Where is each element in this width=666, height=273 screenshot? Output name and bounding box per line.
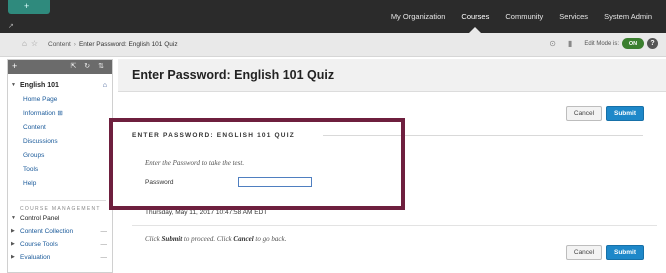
expand-triangle-icon[interactable]: ▼ xyxy=(11,212,16,225)
cancel-button-top[interactable]: Cancel xyxy=(566,106,602,121)
breadcrumb-icons: ⌂☆ xyxy=(22,39,42,48)
plus-icon: + xyxy=(24,1,30,11)
nav-my-organization[interactable]: My Organization xyxy=(383,0,454,33)
breadcrumb: Content › Enter Password: English 101 Quiz xyxy=(48,41,178,48)
course-tools-item[interactable]: ▶ Course Tools — xyxy=(8,238,112,251)
top-nav: My Organization Courses Community Servic… xyxy=(383,0,660,33)
cancel-button-bottom[interactable]: Cancel xyxy=(566,245,602,260)
breadcrumb-separator: › xyxy=(73,41,76,48)
menu-item-help[interactable]: Help xyxy=(8,177,112,191)
nav-courses[interactable]: Courses xyxy=(453,0,497,33)
dash-mark: — xyxy=(100,254,108,261)
proceed-cancel-word: Cancel xyxy=(233,235,254,243)
logo-tab[interactable]: + xyxy=(8,0,50,14)
breadcrumb-current: Enter Password: English 101 Quiz xyxy=(78,41,178,48)
menu-tools-icons[interactable]: ⇱ ↻ ⇅ xyxy=(71,62,108,70)
global-navigation-bar: + ↗ My Organization Courses Community Se… xyxy=(0,0,666,33)
activity-stream-icon[interactable]: ⊙ xyxy=(549,39,556,48)
dash-mark: — xyxy=(100,241,108,248)
menu-item-home-page[interactable]: Home Page xyxy=(8,93,112,107)
menu-item-content[interactable]: Content xyxy=(8,121,112,135)
expand-triangle-icon[interactable]: ▶ xyxy=(11,238,15,251)
submit-button-top[interactable]: Submit xyxy=(606,106,644,121)
submit-button-bottom[interactable]: Submit xyxy=(606,245,644,260)
expand-icon[interactable]: ↗ xyxy=(8,22,14,30)
evaluation-label: Evaluation xyxy=(20,254,51,261)
course-title[interactable]: ▼ English 101 ⌂ xyxy=(8,77,112,93)
menu-item-groups[interactable]: Groups xyxy=(8,149,112,163)
nav-community[interactable]: Community xyxy=(497,0,551,33)
course-home-icon[interactable]: ⌂ xyxy=(103,82,107,89)
content-collection-label: Content Collection xyxy=(20,228,74,235)
expand-triangle-icon[interactable]: ▶ xyxy=(11,251,15,264)
page-title: Enter Password: English 101 Quiz xyxy=(132,68,335,82)
proceed-text: Click xyxy=(145,235,162,243)
breadcrumb-bar: ⌂☆ Content › Enter Password: English 101 Q… xyxy=(0,33,666,57)
evaluation-item[interactable]: ▶ Evaluation — xyxy=(8,251,112,264)
page-header: Enter Password: English 101 Quiz xyxy=(118,59,666,92)
footer-divider xyxy=(132,225,657,226)
control-panel-label: Control Panel xyxy=(20,215,60,222)
edit-mode-label: Edit Mode is: xyxy=(584,40,619,47)
expand-triangle-icon[interactable]: ▶ xyxy=(11,225,15,238)
collapse-triangle-icon[interactable]: ▼ xyxy=(11,82,16,88)
course-title-label: English 101 xyxy=(20,81,59,89)
home-icon[interactable]: ⌂ xyxy=(22,39,31,48)
timestamp: Thursday, May 11, 2017 10:47:58 AM EDT xyxy=(145,209,268,216)
add-menu-item-icon[interactable]: + xyxy=(12,61,17,71)
proceed-instructions: Click Submit to proceed. Click Cancel to… xyxy=(145,235,286,243)
menu-item-discussions[interactable]: Discussions xyxy=(8,135,112,149)
menu-item-information[interactable]: Information ⊞ xyxy=(8,107,112,121)
course-menu: + ⇱ ↻ ⇅ ▼ English 101 ⌂ Home Page Inform… xyxy=(7,59,113,273)
bookmark-icon[interactable]: ▮ xyxy=(568,39,572,48)
course-menu-toolbar: + ⇱ ↻ ⇅ xyxy=(8,60,112,74)
menu-item-tools[interactable]: Tools xyxy=(8,163,112,177)
highlight-box xyxy=(109,118,405,210)
page-tools: ⊙ ▮ Edit Mode is: ON ? xyxy=(549,38,658,49)
proceed-text: to proceed. Click xyxy=(182,235,234,243)
course-management-header: COURSE MANAGEMENT xyxy=(20,200,106,212)
breadcrumb-content[interactable]: Content xyxy=(48,41,71,48)
star-icon[interactable]: ☆ xyxy=(31,39,42,48)
proceed-text: to go back. xyxy=(253,235,287,243)
control-panel-item[interactable]: ▼ Control Panel xyxy=(8,212,112,225)
nav-system-admin[interactable]: System Admin xyxy=(596,0,660,33)
proceed-submit-word: Submit xyxy=(161,235,183,243)
edit-mode-toggle[interactable]: ON xyxy=(622,38,644,49)
dash-mark: — xyxy=(100,228,108,235)
course-tools-label: Course Tools xyxy=(20,241,58,248)
nav-services[interactable]: Services xyxy=(551,0,596,33)
content-collection-item[interactable]: ▶ Content Collection — xyxy=(8,225,112,238)
help-icon[interactable]: ? xyxy=(647,38,658,49)
